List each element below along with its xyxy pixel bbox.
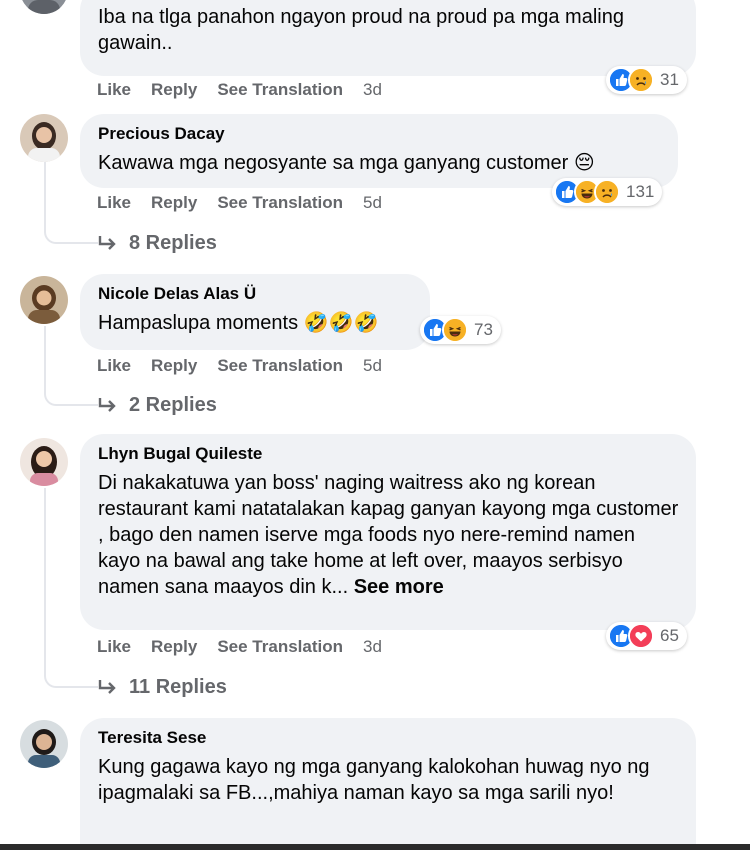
- view-replies-link[interactable]: 11 Replies: [97, 676, 227, 699]
- reaction-summary[interactable]: 131: [552, 178, 663, 206]
- see-translation-button[interactable]: See Translation: [217, 80, 343, 100]
- comment-bubble: Iba na tlga panahon ngayon proud na prou…: [80, 0, 696, 76]
- like-button[interactable]: Like: [97, 356, 131, 376]
- reply-arrow-icon: [97, 396, 119, 416]
- reaction-count: 31: [660, 70, 679, 89]
- thread-connector: [44, 658, 98, 688]
- comment-author[interactable]: Lhyn Bugal Quileste: [98, 444, 680, 464]
- see-translation-button[interactable]: See Translation: [217, 356, 343, 376]
- comment-actions: Like Reply See Translation 5d: [97, 193, 382, 213]
- reaction-count: 131: [626, 182, 655, 201]
- comment-timestamp[interactable]: 3d: [363, 80, 382, 100]
- see-more-link[interactable]: See more: [354, 576, 444, 598]
- comment-author[interactable]: Teresita Sese: [98, 728, 680, 748]
- reply-button[interactable]: Reply: [151, 356, 197, 376]
- like-button[interactable]: Like: [97, 80, 131, 100]
- reply-arrow-icon: [97, 678, 119, 698]
- avatar[interactable]: [20, 114, 68, 162]
- avatar[interactable]: [20, 720, 68, 768]
- comment-text: Kawawa mga negosyante sa mga ganyang cus…: [98, 152, 595, 174]
- comment-actions: Like Reply See Translation 3d: [97, 637, 382, 657]
- view-replies-link[interactable]: 2 Replies: [97, 394, 217, 417]
- comment-author[interactable]: Nicole Delas Alas Ü: [98, 284, 414, 304]
- like-button[interactable]: Like: [97, 637, 131, 657]
- reaction-summary[interactable]: 65: [606, 622, 687, 650]
- thread-line: [44, 488, 46, 660]
- avatar[interactable]: [20, 0, 68, 14]
- comment-bubble: Lhyn Bugal Quileste Di nakakatuwa yan bo…: [80, 434, 696, 630]
- reply-button[interactable]: Reply: [151, 637, 197, 657]
- comment-text: Iba na tlga panahon ngayon proud na prou…: [98, 6, 624, 54]
- haha-reaction-icon: [442, 317, 468, 343]
- comment-bubble: Precious Dacay Kawawa mga negosyante sa …: [80, 114, 678, 188]
- thread-line: [44, 326, 46, 380]
- reaction-count: 65: [660, 626, 679, 645]
- replies-count[interactable]: 8 Replies: [129, 232, 217, 255]
- reply-arrow-icon: [97, 234, 119, 254]
- reaction-summary[interactable]: 31: [606, 66, 687, 94]
- comment-text: Hampaslupa moments 🤣🤣🤣: [98, 312, 379, 334]
- reaction-summary[interactable]: 73: [420, 316, 501, 344]
- reaction-count: 73: [474, 320, 493, 339]
- comment-author[interactable]: Precious Dacay: [98, 124, 662, 144]
- love-reaction-icon: [628, 623, 654, 649]
- avatar[interactable]: [20, 438, 68, 486]
- comment-actions: Like Reply See Translation 3d: [97, 80, 382, 100]
- comment-timestamp[interactable]: 5d: [363, 193, 382, 213]
- comment-text: Kung gagawa kayo ng mga ganyang kalokoha…: [98, 756, 650, 804]
- comment-bubble: Nicole Delas Alas Ü Hampaslupa moments 🤣…: [80, 274, 430, 350]
- avatar[interactable]: [20, 276, 68, 324]
- comment-text: Di nakakatuwa yan boss' naging waitress …: [98, 470, 680, 600]
- comment-timestamp[interactable]: 3d: [363, 637, 382, 657]
- thread-connector: [44, 216, 98, 244]
- replies-count[interactable]: 2 Replies: [129, 394, 217, 417]
- reply-button[interactable]: Reply: [151, 193, 197, 213]
- comment-bubble: Teresita Sese Kung gagawa kayo ng mga ga…: [80, 718, 696, 850]
- reply-button[interactable]: Reply: [151, 80, 197, 100]
- comment-actions: Like Reply See Translation 5d: [97, 356, 382, 376]
- comment-timestamp[interactable]: 5d: [363, 356, 382, 376]
- like-button[interactable]: Like: [97, 193, 131, 213]
- replies-count[interactable]: 11 Replies: [129, 676, 227, 699]
- sad-reaction-icon: [628, 67, 654, 93]
- sad-reaction-icon: [594, 179, 620, 205]
- thread-connector: [44, 378, 98, 406]
- thread-line: [44, 162, 46, 218]
- see-translation-button[interactable]: See Translation: [217, 637, 343, 657]
- see-translation-button[interactable]: See Translation: [217, 193, 343, 213]
- window-bottom-edge: [0, 844, 750, 850]
- view-replies-link[interactable]: 8 Replies: [97, 232, 217, 255]
